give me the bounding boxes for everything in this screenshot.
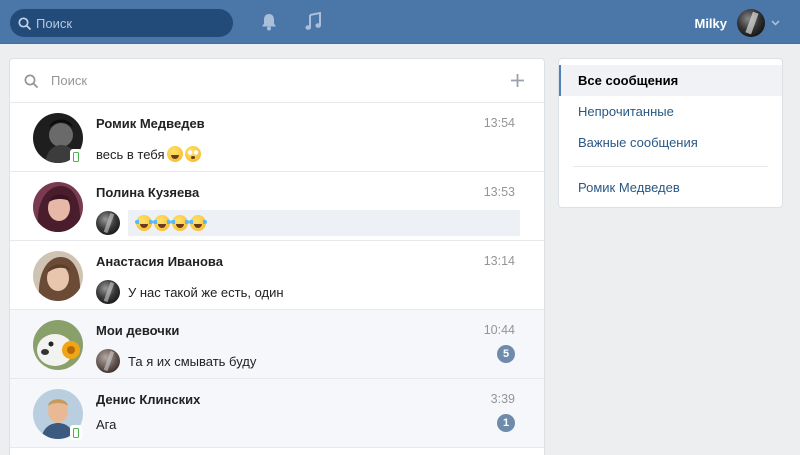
smirk-emoji-icon	[166, 146, 183, 162]
avatar	[96, 211, 120, 235]
conversation-name: Мои девочки	[96, 323, 180, 338]
message-preview	[96, 210, 520, 236]
message-time: 13:14	[483, 254, 515, 268]
user-menu[interactable]: Milky	[694, 8, 780, 38]
music-icon[interactable]	[305, 12, 322, 31]
conversation-list: Ромик Медведев 13:54 весь в тебя Полина …	[9, 58, 545, 455]
message-time: 10:44	[483, 323, 515, 337]
menu-item-important[interactable]: Важные сообщения	[559, 127, 782, 158]
unread-count-badge: 5	[497, 345, 515, 363]
conversation-name: Полина Кузяева	[96, 185, 200, 200]
menu-item-conversation[interactable]: Ромик Медведев	[559, 172, 782, 203]
avatar	[96, 280, 120, 304]
user-name: Milky	[694, 15, 727, 31]
chevron-down-icon	[771, 20, 780, 26]
divider	[573, 166, 768, 167]
messages-filter-menu: Все сообщения Непрочитанные Важные сообщ…	[558, 58, 783, 208]
message-preview: Ага	[96, 411, 116, 437]
conversation-name: Ромик Медведев	[96, 116, 205, 131]
message-time: 13:54	[483, 116, 515, 130]
header-search[interactable]	[10, 9, 233, 37]
message-text: У нас такой же есть, один	[128, 284, 284, 300]
message-time: 13:53	[483, 185, 515, 199]
joy-emoji-icon	[189, 215, 207, 231]
message-preview: весь в тебя	[96, 141, 201, 167]
avatar	[33, 320, 83, 370]
message-text: весь в тебя	[96, 146, 165, 162]
mobile-online-icon	[70, 425, 82, 440]
bell-icon[interactable]	[261, 13, 277, 31]
avatar	[96, 349, 120, 373]
avatar	[737, 9, 765, 37]
menu-item-unread[interactable]: Непрочитанные	[559, 96, 782, 127]
joy-emoji-icon	[135, 215, 153, 231]
menu-item-all-messages[interactable]: Все сообщения	[559, 65, 782, 96]
list-item[interactable]: Денис Клинских 3:39 Ага 1	[10, 379, 544, 448]
joy-emoji-icon	[171, 215, 189, 231]
conversation-search-input[interactable]	[51, 73, 471, 88]
joy-emoji-icon	[153, 215, 171, 231]
message-time: 3:39	[490, 392, 515, 406]
plus-icon[interactable]	[510, 73, 525, 88]
flushed-emoji-icon	[184, 146, 201, 162]
search-icon	[24, 74, 38, 88]
search-icon	[18, 16, 31, 30]
top-bar: Milky	[0, 0, 800, 44]
conversation-name: Анастасия Иванова	[96, 254, 223, 269]
conversation-name: Денис Клинских	[96, 392, 201, 407]
unread-count-badge: 1	[497, 414, 515, 432]
list-item[interactable]: Анастасия Иванова 13:14 У нас такой же е…	[10, 241, 544, 310]
outgoing-message-bubble	[128, 210, 520, 236]
conversation-search	[10, 59, 544, 103]
message-text: Ага	[96, 416, 117, 432]
list-item[interactable]: Ромик Медведев 13:54 весь в тебя	[10, 103, 544, 172]
header-search-input[interactable]	[36, 15, 216, 31]
message-preview: У нас такой же есть, один	[96, 279, 284, 305]
message-text: Та я их смывать буду	[128, 353, 257, 369]
message-preview: Та я их смывать буду	[96, 348, 256, 374]
list-item[interactable]: Полина Кузяева 13:53	[10, 172, 544, 241]
avatar	[33, 251, 83, 301]
mobile-online-icon	[70, 149, 82, 164]
list-item[interactable]: Мои девочки 10:44 Та я их смывать буду 5	[10, 310, 544, 379]
avatar	[33, 182, 83, 232]
